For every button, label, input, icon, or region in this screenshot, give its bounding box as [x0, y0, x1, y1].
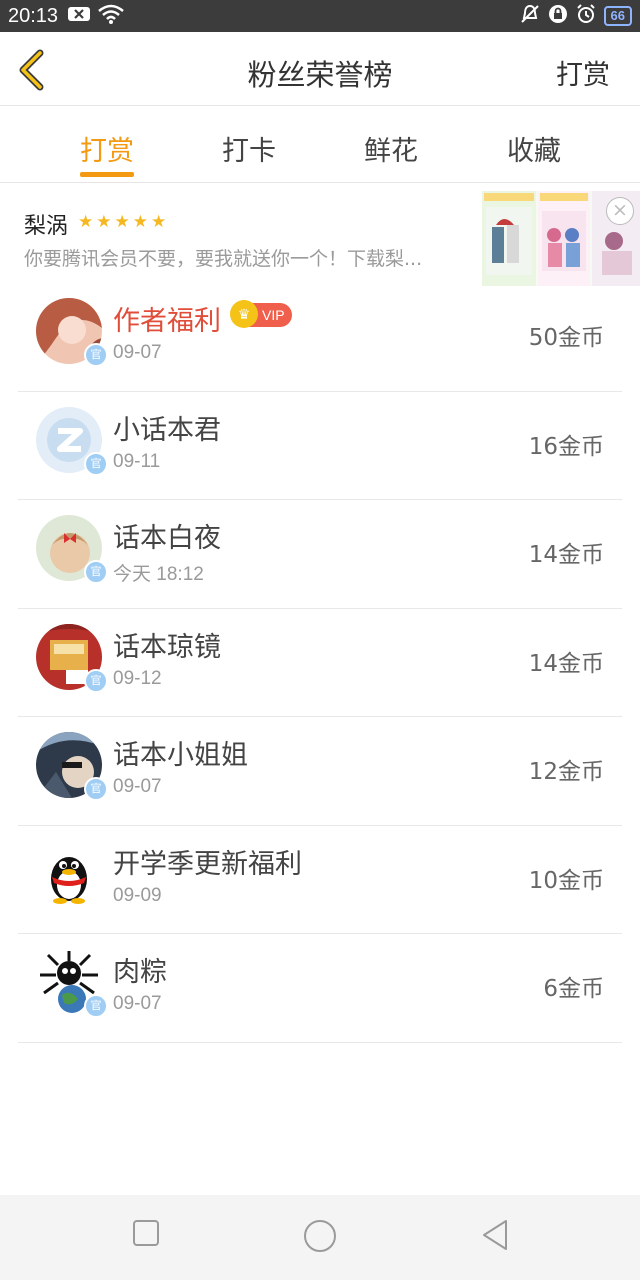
active-tab-indicator: [80, 172, 134, 177]
triangle-back-icon: [483, 1220, 507, 1250]
ad-description: 你要腾讯会员不要，要我就送你一个！下载梨...: [24, 248, 423, 270]
list-item[interactable]: 官 话本琼镜 09-12 14金币: [18, 609, 622, 717]
recents-button[interactable]: [132, 1219, 160, 1251]
page-title: 粉丝荣誉榜: [247, 58, 393, 92]
home-button[interactable]: [303, 1219, 337, 1257]
fan-name: 话本琼镜: [113, 631, 221, 663]
tab-checkin[interactable]: 打卡: [209, 129, 289, 168]
reward-date: 今天 18:12: [113, 564, 204, 585]
rating-stars: ★★★★★: [78, 212, 170, 232]
verified-badge: 官: [84, 668, 108, 693]
qq-penguin-icon: [36, 840, 102, 907]
status-time: 20:13: [8, 4, 59, 27]
coin-amount: 14金币: [528, 542, 604, 568]
alarm-icon: [576, 3, 596, 29]
ad-close-button[interactable]: ×: [606, 197, 634, 225]
list-item[interactable]: 官 作者福利 ♛ VIP 09-07 50金币: [18, 283, 622, 392]
reward-date: 09-11: [113, 450, 161, 472]
header-bar: 粉丝荣誉榜 打赏: [0, 32, 640, 106]
fan-list: 官 作者福利 ♛ VIP 09-07 50金币 官 小话本君 09-11 16金…: [18, 283, 622, 1043]
close-icon: ×: [612, 199, 628, 221]
status-bar: 20:13 66: [0, 0, 640, 32]
battery-indicator: 66: [603, 6, 632, 26]
reward-date: 09-07: [113, 776, 162, 797]
circle-icon: [304, 1220, 336, 1252]
wifi-icon: [98, 4, 124, 29]
list-item[interactable]: 官 肉粽 09-07 6金币: [18, 934, 622, 1043]
ad-banner[interactable]: 梨涡 ★★★★★ 你要腾讯会员不要，要我就送你一个！下载梨...: [0, 184, 640, 286]
fan-name: 话本白夜: [113, 523, 221, 554]
vip-badge: ♛ VIP: [230, 300, 292, 328]
reward-date: 09-07: [113, 993, 162, 1014]
square-icon: [133, 1220, 159, 1246]
mute-icon: [520, 4, 540, 29]
tab-favorites[interactable]: 收藏: [494, 129, 574, 168]
verified-badge: 官: [84, 777, 108, 801]
coin-amount: 50金币: [528, 325, 604, 351]
list-item[interactable]: 官 小话本君 09-11 16金币: [18, 392, 622, 500]
crown-icon: ♛: [230, 300, 258, 328]
verified-badge: 官: [84, 451, 108, 476]
coin-amount: 14金币: [528, 650, 604, 677]
lock-rotation-icon: [548, 4, 568, 29]
verified-badge: 官: [84, 560, 108, 584]
fan-name: 小话本君: [113, 414, 221, 446]
fan-name: 话本小姐姐: [113, 740, 248, 771]
tab-reward[interactable]: 打赏: [67, 129, 147, 168]
fan-name: 开学季更新福利: [113, 848, 302, 880]
coin-amount: 16金币: [528, 433, 604, 460]
verified-badge: 官: [84, 343, 108, 367]
list-item[interactable]: 开学季更新福利 09-09 10金币: [18, 826, 622, 934]
notification-icon: [68, 5, 91, 27]
reward-date: 09-09: [113, 884, 162, 906]
tab-flowers[interactable]: 鲜花: [351, 129, 431, 168]
avatar[interactable]: [36, 840, 102, 907]
list-item[interactable]: 官 话本小姐姐 09-07 12金币: [18, 717, 622, 826]
tab-bar: 打赏 打卡 鲜花 收藏: [0, 107, 640, 183]
verified-badge: 官: [84, 994, 108, 1018]
reward-date: 09-12: [113, 667, 162, 689]
system-nav-bar: [0, 1195, 640, 1280]
back-nav-button[interactable]: [480, 1219, 510, 1255]
ad-title: 梨涡: [24, 214, 69, 239]
fan-name: 肉粽: [113, 957, 167, 988]
reward-button[interactable]: 打赏: [556, 53, 610, 92]
coin-amount: 6金币: [543, 976, 604, 1002]
reward-date: 09-07: [113, 342, 162, 363]
list-item[interactable]: 官 话本白夜 今天 18:12 14金币: [18, 500, 622, 609]
coin-amount: 12金币: [528, 759, 604, 785]
coin-amount: 10金币: [528, 867, 604, 894]
fan-name: 作者福利: [113, 306, 221, 337]
